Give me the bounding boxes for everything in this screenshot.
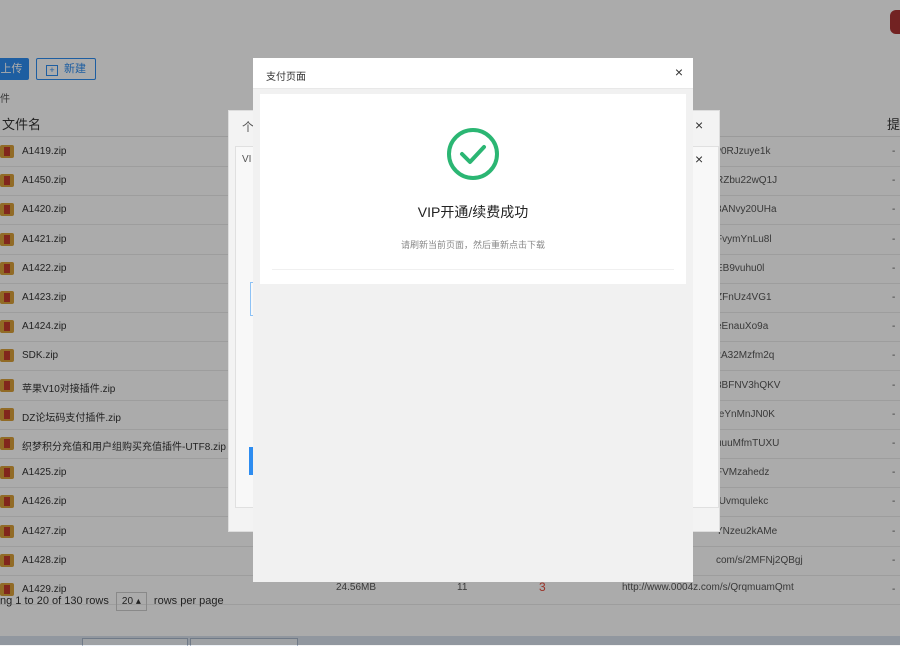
divider [272, 269, 674, 270]
close-icon[interactable]: × [675, 64, 683, 80]
success-title: VIP开通/续费成功 [417, 204, 529, 220]
success-subtitle: 请刷新当前页面，然后重新点击下载 [400, 240, 545, 250]
close-icon[interactable]: × [695, 151, 703, 167]
background-subdialog-title: VI [242, 154, 252, 165]
modal-header: 支付页面 × [253, 58, 693, 89]
modal-content: VIP开通/续费成功 请刷新当前页面，然后重新点击下载 [260, 94, 686, 284]
payment-modal: 支付页面 × VIP开通/续费成功 请刷新当前页面，然后重新点击下载 [253, 58, 693, 582]
success-check-icon [445, 126, 501, 182]
close-icon[interactable]: × [695, 117, 703, 133]
modal-title: 支付页面 [266, 72, 306, 83]
